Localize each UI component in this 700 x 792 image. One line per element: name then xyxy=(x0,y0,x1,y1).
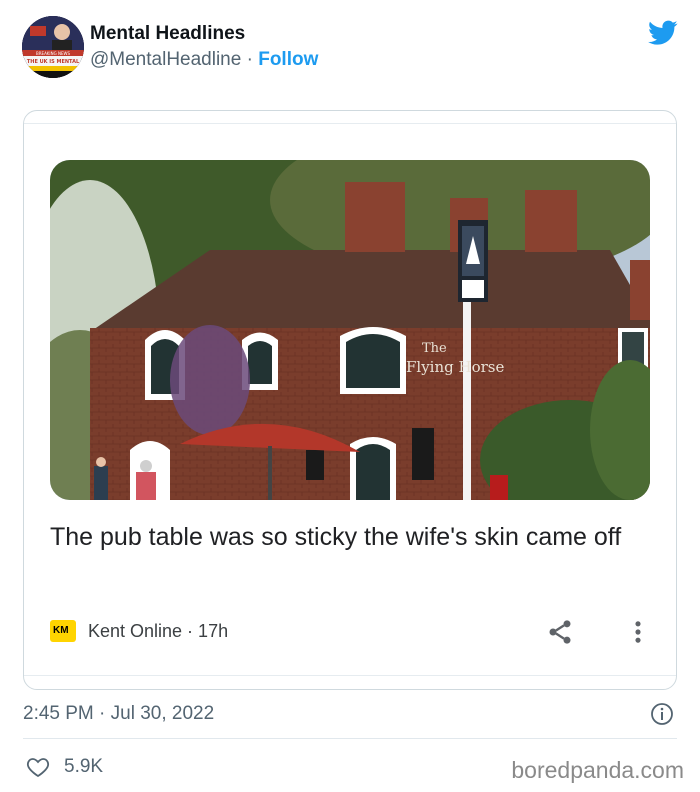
link-card[interactable]: The Flying Horse The pub table was so st… xyxy=(23,110,677,690)
like-count: 5.9K xyxy=(64,756,104,777)
info-icon[interactable] xyxy=(650,702,674,726)
twitter-bird-icon[interactable] xyxy=(648,20,678,46)
avatar-image: BREAKING NEWS THE UK IS MENTAL xyxy=(22,16,84,78)
tweet-header: BREAKING NEWS THE UK IS MENTAL Mental He… xyxy=(22,16,682,80)
divider xyxy=(23,738,677,739)
source-logo: KM xyxy=(50,620,76,642)
avatar-banner-text: THE UK IS MENTAL xyxy=(27,59,80,65)
article-headline[interactable]: The pub table was so sticky the wife's s… xyxy=(50,518,650,557)
pub-sign-the: The xyxy=(422,341,447,356)
pub-photo: The Flying Horse xyxy=(50,160,650,500)
more-vertical-icon[interactable] xyxy=(628,618,648,646)
avatar-banner-top: BREAKING NEWS xyxy=(36,51,70,56)
article-photo[interactable]: The Flying Horse xyxy=(50,160,650,500)
heart-icon[interactable] xyxy=(26,755,50,779)
handle-separator: · xyxy=(241,49,259,70)
follow-button[interactable]: Follow xyxy=(258,49,318,70)
author-line: @MentalHeadline · Follow xyxy=(90,47,318,73)
avatar[interactable]: BREAKING NEWS THE UK IS MENTAL xyxy=(22,16,84,78)
card-body: The Flying Horse The pub table was so st… xyxy=(24,123,676,676)
author-block: Mental Headlines @MentalHeadline · Follo… xyxy=(90,22,318,73)
source-text[interactable]: Kent Online · 17h xyxy=(88,619,228,643)
share-icon[interactable] xyxy=(546,618,574,646)
watermark: boredpanda.com xyxy=(511,757,684,783)
pub-sign-name: Flying Horse xyxy=(406,358,504,376)
author-handle[interactable]: @MentalHeadline xyxy=(90,49,241,70)
source-row: KM Kent Online · 17h xyxy=(50,616,650,646)
author-name[interactable]: Mental Headlines xyxy=(90,22,318,46)
tweet-timestamp[interactable]: 2:45 PM · Jul 30, 2022 xyxy=(23,702,214,726)
